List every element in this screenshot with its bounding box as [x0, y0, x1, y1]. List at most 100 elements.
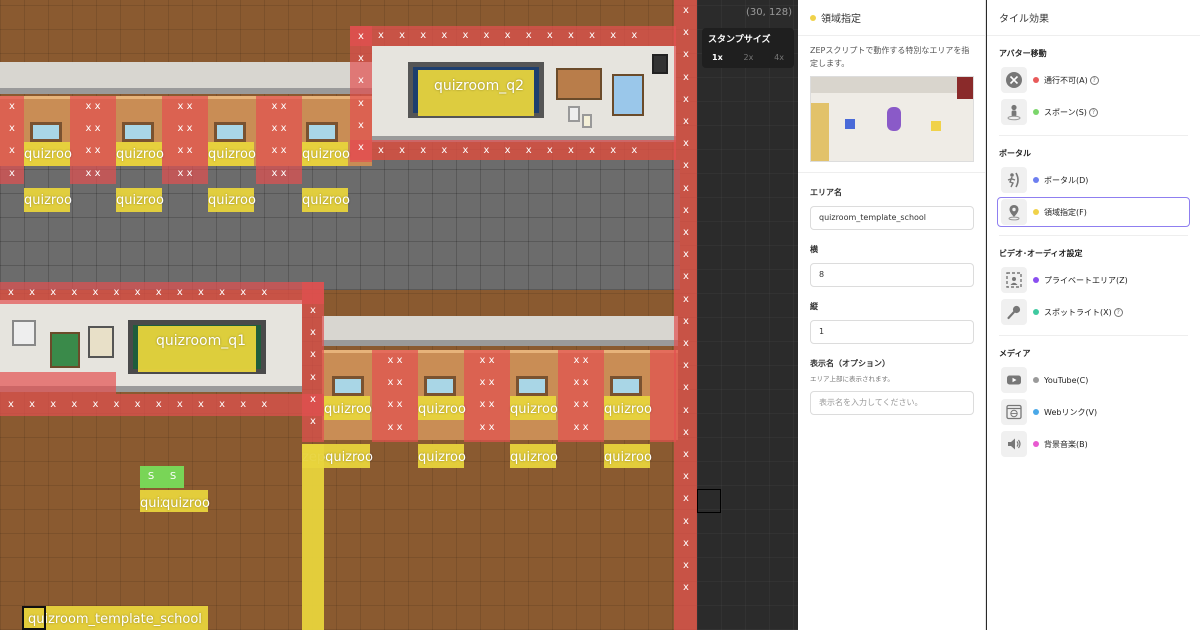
tile-label: ポータル(D)	[1044, 175, 1089, 185]
green-poster	[50, 332, 80, 368]
group-title: ビデオ･オーディオ設定	[999, 249, 1083, 258]
area-name-label: エリア名	[810, 188, 842, 197]
area-label-quizroom: quizroo	[324, 402, 372, 417]
area-settings-panel: 領域指定 ZEPスクリプトで動作する特別なエリアを指定します。 エリア名 qui…	[798, 0, 986, 630]
panel-description: ZEPスクリプトで動作する特別なエリアを指定します。	[810, 46, 970, 68]
area-zepquizroom-path[interactable]	[302, 444, 324, 630]
stamp-size-1x[interactable]: 1x	[712, 53, 723, 62]
tile-web-link[interactable]: Webリンク(V)	[999, 397, 1188, 427]
notice-board	[556, 68, 602, 100]
color-dot	[1033, 377, 1039, 383]
area-label-quizroom: quizroo	[162, 496, 210, 511]
color-dot	[1033, 277, 1039, 283]
group-media: メディア YouTube(C) Webリンク(V) 背景音楽(B)	[987, 348, 1200, 459]
tile-spawn[interactable]: スポーン(S) ?	[999, 97, 1188, 127]
stamp-size-control: スタンプサイズ 1x 2x 4x	[702, 28, 794, 68]
window	[306, 122, 338, 142]
tile-area-designation[interactable]: 領域指定(F)	[997, 197, 1190, 227]
tile-spotlight[interactable]: スポットライト(X) ?	[999, 297, 1188, 327]
area-label-quizroom: quizroo	[302, 147, 350, 162]
school-poster	[612, 74, 644, 116]
tile-private-area[interactable]: プライベートエリア(Z)	[999, 265, 1188, 295]
color-dot	[1033, 209, 1039, 215]
tile-label: YouTube(C)	[1044, 375, 1089, 385]
impassable-zone-lower-right[interactable]	[650, 350, 676, 442]
location-pin-icon	[1001, 199, 1027, 225]
area-label-quizroom-template-school: quizroom_template_school	[28, 612, 202, 627]
private-area-icon	[1001, 267, 1027, 293]
paper-note	[568, 106, 580, 122]
spawn-tile[interactable]: S	[162, 466, 184, 488]
area-label-quizroom: quizroo	[604, 402, 652, 417]
help-icon[interactable]: ?	[1089, 75, 1099, 85]
area-label-quizroom-q2: quizroom_q2	[434, 78, 525, 94]
impassable-x-markers: xxxxxxxxxxxxxxxxxxxxxxxxxxx	[683, 5, 689, 594]
color-dot	[1033, 409, 1039, 415]
impassable-x-markers: x x x x x x x x x x x x x	[378, 145, 638, 156]
tile-portal[interactable]: ポータル(D)	[999, 165, 1188, 195]
panel-title: 領域指定	[821, 14, 861, 25]
impassable-zone-middle-room[interactable]	[0, 372, 116, 394]
color-dot	[1033, 441, 1039, 447]
area-label-quizroom: quizroo	[418, 402, 466, 417]
stamp-size-4x[interactable]: 4x	[774, 53, 784, 62]
tile-label: Webリンク(V)	[1044, 407, 1098, 417]
group-avatar-movement: アバター移動 通行不可(A) ? スポーン(S) ?	[987, 48, 1200, 136]
height-label: 縦	[810, 302, 818, 311]
area-color-dot	[810, 14, 816, 21]
tile-label: スポットライト(X)	[1044, 307, 1112, 317]
height-input[interactable]: 1	[810, 320, 974, 344]
window	[332, 376, 364, 396]
group-title: ポータル	[999, 149, 1031, 158]
area-label-quizroom: quizroo	[208, 193, 256, 208]
area-label-quizroom: quizroo	[604, 450, 652, 465]
selection-cursor[interactable]	[22, 606, 46, 630]
speaker-icon	[1001, 431, 1027, 457]
tile-effects-header: タイル効果	[987, 0, 1200, 36]
color-dot	[1033, 109, 1039, 115]
framed-picture	[88, 326, 114, 358]
impassable-x-markers: x xx xx xx x	[177, 101, 193, 179]
group-title: アバター移動	[999, 49, 1047, 58]
tile-youtube[interactable]: YouTube(C)	[999, 365, 1188, 395]
width-input[interactable]: 8	[810, 263, 974, 287]
area-name-input[interactable]: quizroom_template_school	[810, 206, 974, 230]
area-label-quizroom: quizroo	[418, 450, 466, 465]
area-label-quizroom: quizroo	[510, 450, 558, 465]
help-icon[interactable]: ?	[1113, 307, 1123, 317]
tile-background-music[interactable]: 背景音楽(B)	[999, 429, 1188, 459]
help-icon[interactable]: ?	[1088, 107, 1098, 117]
area-label-quizroom: quizroo	[208, 147, 256, 162]
display-name-hint: エリア上部に表示されます。	[810, 375, 894, 383]
map-outside-area: (30, 128) スタンプサイズ 1x 2x 4x	[697, 0, 798, 630]
panel-header: 領域指定	[798, 0, 985, 36]
youtube-icon	[1001, 367, 1027, 393]
tile-impassable[interactable]: 通行不可(A) ?	[999, 65, 1188, 95]
hover-cell	[697, 489, 721, 513]
area-label-quizroom: quizroo	[24, 147, 72, 162]
color-dot	[1033, 77, 1039, 83]
window	[30, 122, 62, 142]
display-name-input[interactable]: 表示名を入力してください。	[810, 391, 974, 415]
map-canvas[interactable]: xxxxxxxxxxxxxxxxxxxxxxxxxxx xxxxxx xxxx x…	[0, 0, 697, 630]
web-link-icon	[1001, 399, 1027, 425]
tile-label: 背景音楽(B)	[1044, 439, 1088, 449]
impassable-x-markers: xxxxxx	[310, 305, 316, 428]
impassable-x-markers: x xx xx xx x	[479, 355, 495, 433]
tile-label: 通行不可(A)	[1044, 75, 1088, 85]
window	[122, 122, 154, 142]
impassable-x-markers: x xx xx xx x	[271, 101, 287, 179]
top-left-wall	[0, 62, 372, 94]
impassable-x-markers: x xx xx xx x	[387, 355, 403, 433]
impassable-x-markers: x xx xx xx x	[85, 101, 101, 179]
impassable-x-markers: xxxx	[9, 101, 15, 179]
tile-effects-panel: タイル効果 アバター移動 通行不可(A) ? スポーン(S) ? ポータル ポー…	[987, 0, 1200, 630]
area-label-quizroom: quizroo	[116, 147, 164, 162]
no-entry-icon	[1001, 67, 1027, 93]
impassable-x-markers: x xx xx xx x	[573, 355, 589, 433]
zep-map-editor: xxxxxxxxxxxxxxxxxxxxxxxxxxx xxxxxx xxxx x…	[0, 0, 1200, 630]
spawn-tile[interactable]: S	[140, 466, 162, 488]
group-portal: ポータル ポータル(D) 領域指定(F)	[987, 148, 1200, 236]
stamp-size-2x[interactable]: 2x	[744, 53, 754, 62]
group-title: メディア	[999, 349, 1031, 358]
